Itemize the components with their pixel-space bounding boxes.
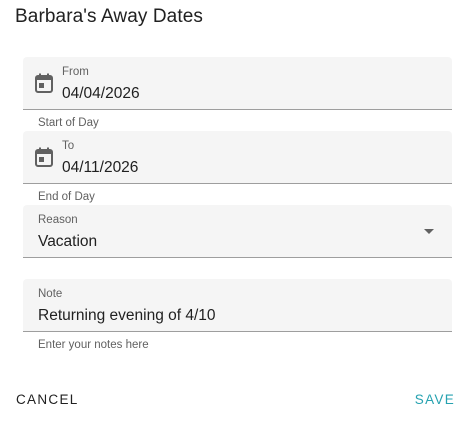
to-date-value[interactable]: 04/11/2026 (62, 159, 138, 177)
calendar-icon[interactable] (35, 147, 53, 167)
reason-select[interactable]: Reason Vacation (23, 205, 452, 258)
dialog-title: Barbara's Away Dates (15, 6, 203, 27)
to-date-field[interactable]: To 04/11/2026 (23, 131, 452, 184)
note-value[interactable]: Returning evening of 4/10 (38, 307, 216, 325)
note-field[interactable]: Note Returning evening of 4/10 (23, 279, 452, 332)
from-label: From (62, 66, 89, 78)
to-helper-text: End of Day (38, 191, 95, 203)
cancel-button[interactable]: CANCEL (16, 392, 79, 407)
reason-label: Reason (38, 214, 78, 226)
note-label: Note (38, 288, 63, 300)
to-label: To (62, 140, 75, 152)
calendar-icon[interactable] (35, 73, 53, 93)
from-helper-text: Start of Day (38, 117, 99, 129)
away-dates-dialog: Barbara's Away Dates From 04/04/2026 Sta… (0, 0, 469, 424)
chevron-down-icon[interactable] (424, 229, 434, 234)
note-helper-text: Enter your notes here (38, 339, 149, 351)
save-button[interactable]: SAVE (415, 392, 455, 407)
from-date-value[interactable]: 04/04/2026 (62, 85, 140, 103)
reason-value: Vacation (38, 233, 98, 250)
from-date-field[interactable]: From 04/04/2026 (23, 57, 452, 110)
